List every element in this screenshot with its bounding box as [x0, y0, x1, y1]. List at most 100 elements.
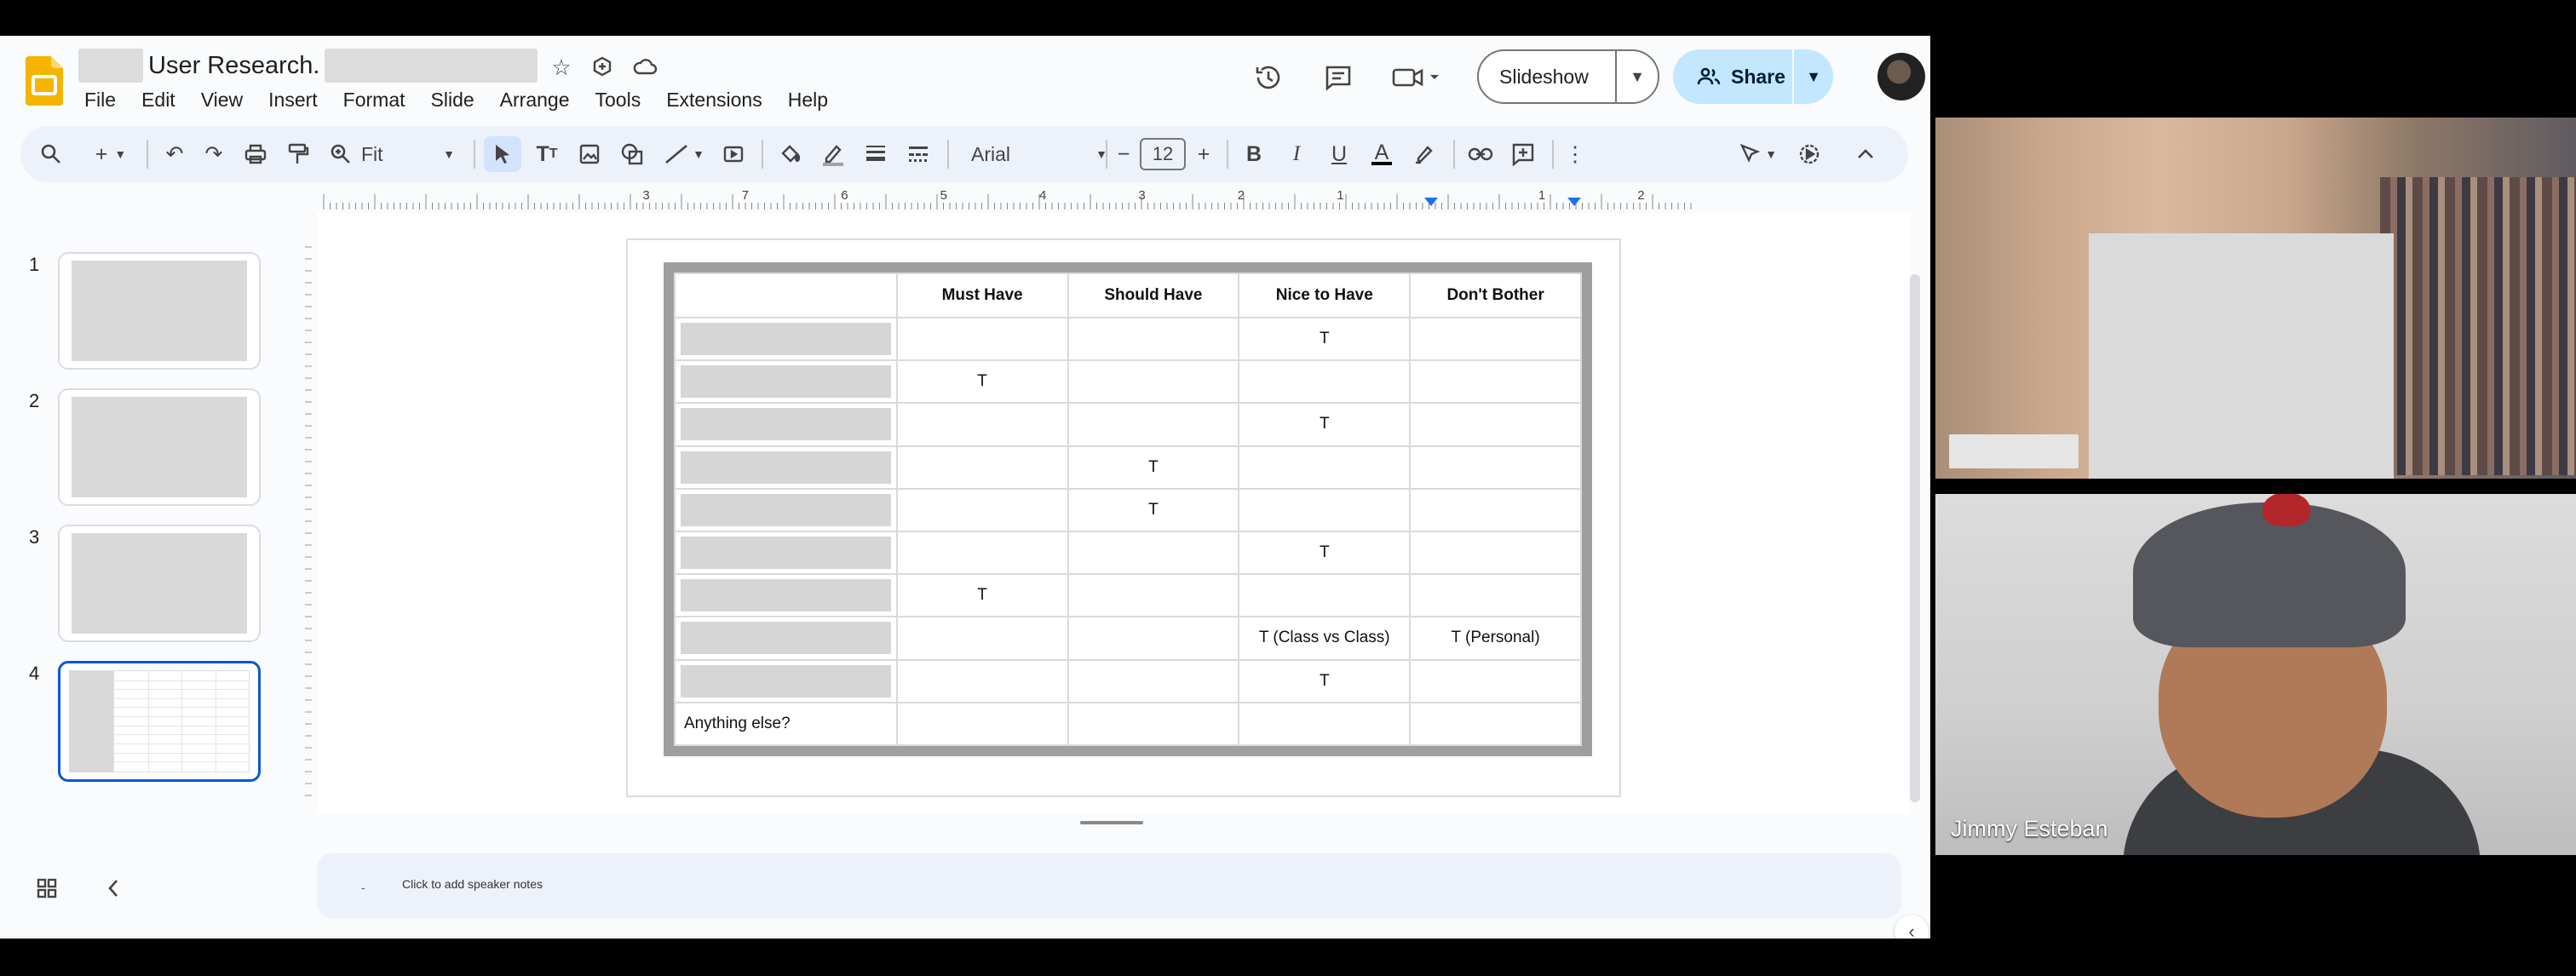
table-cell[interactable]: T — [895, 573, 1069, 618]
table-cell[interactable]: T — [1238, 316, 1412, 362]
table-cell[interactable] — [895, 445, 1069, 490]
row-label-cell-redacted[interactable] — [674, 616, 898, 661]
row-label-cell-redacted[interactable] — [674, 487, 898, 532]
new-slide-icon[interactable]: + ▼ — [85, 136, 136, 172]
header-cell-blank[interactable] — [674, 273, 898, 319]
table-cell[interactable]: T — [1067, 487, 1240, 532]
slide-thumbnail-3[interactable] — [58, 525, 261, 642]
table-cell[interactable] — [1409, 487, 1582, 532]
zoom-icon[interactable] — [324, 136, 358, 172]
slideshow-button[interactable]: Slideshow ▼ — [1477, 49, 1659, 104]
comments-icon[interactable] — [1319, 58, 1358, 97]
table-cell[interactable] — [1409, 530, 1582, 576]
side-panel-chevron-left-icon[interactable]: ‹ — [1895, 915, 1929, 939]
table-cell[interactable] — [1067, 701, 1240, 747]
priority-table-selection[interactable]: Must Have Should Have Nice to Have Don't Bo… — [664, 262, 1592, 756]
table-cell[interactable] — [1409, 445, 1582, 490]
menu-help[interactable]: Help — [775, 85, 841, 114]
table-cell[interactable] — [1067, 359, 1240, 405]
table-cell[interactable]: T — [1238, 402, 1412, 447]
speaker-notes[interactable]: - Click to add speaker notes — [317, 853, 1901, 918]
table-cell[interactable]: T — [1238, 658, 1412, 703]
table-cell[interactable] — [1067, 658, 1240, 703]
line-icon[interactable]: ▼ — [658, 136, 710, 172]
table-cell[interactable] — [1409, 402, 1582, 447]
menu-slide[interactable]: Slide — [418, 85, 487, 114]
table-cell[interactable] — [895, 487, 1069, 532]
border-weight-icon[interactable] — [859, 136, 893, 172]
table-cell[interactable] — [1238, 701, 1412, 747]
menu-extensions[interactable]: Extensions — [653, 85, 775, 114]
slide-4[interactable]: Must Have Should Have Nice to Have Don't Bo… — [626, 238, 1621, 797]
menu-arrange[interactable]: Arrange — [487, 85, 583, 114]
print-icon[interactable] — [239, 136, 273, 172]
header-cell[interactable]: Must Have — [895, 273, 1069, 319]
slide-thumbnail-1[interactable] — [58, 252, 261, 370]
move-to-folder-icon[interactable] — [586, 51, 618, 83]
slideshow-options-chevron-icon[interactable]: ▼ — [1617, 68, 1658, 86]
decrease-font-size-icon[interactable]: − — [1111, 136, 1136, 172]
redo-icon[interactable]: ↷ — [198, 136, 230, 172]
document-title[interactable]: User Research. — [78, 46, 538, 85]
border-color-icon[interactable] — [816, 136, 850, 172]
more-options-icon[interactable]: ⋮ — [1562, 136, 1588, 172]
table-cell[interactable] — [1067, 316, 1240, 362]
menu-file[interactable]: File — [72, 85, 129, 114]
italic-icon[interactable]: I — [1279, 136, 1314, 172]
select-cursor-icon[interactable] — [484, 136, 521, 172]
table-cell[interactable] — [895, 616, 1069, 661]
table-cell[interactable] — [1238, 487, 1412, 532]
canvas-scrollbar[interactable] — [1910, 274, 1920, 802]
hide-menus-chevron-up-icon[interactable] — [1849, 136, 1883, 172]
increase-font-size-icon[interactable]: + — [1191, 136, 1216, 172]
row-label-cell-redacted[interactable] — [674, 658, 898, 703]
table-cell[interactable] — [895, 402, 1069, 447]
header-cell[interactable]: Should Have — [1067, 273, 1240, 319]
menu-tools[interactable]: Tools — [583, 85, 654, 114]
insert-link-icon[interactable] — [1463, 136, 1498, 172]
table-cell[interactable]: T — [1067, 445, 1240, 490]
slides-logo-icon[interactable] — [26, 56, 63, 106]
version-history-icon[interactable] — [1249, 58, 1288, 97]
table-cell[interactable] — [895, 530, 1069, 576]
table-cell[interactable] — [1238, 359, 1412, 405]
font-select[interactable]: Arial ▼ — [971, 136, 1107, 172]
add-comment-icon[interactable] — [1506, 136, 1540, 172]
table-cell[interactable] — [895, 316, 1069, 362]
zoom-select[interactable]: Fit ▼ — [361, 136, 455, 172]
insert-video-icon[interactable] — [717, 136, 751, 172]
table-cell[interactable] — [1067, 573, 1240, 618]
collapse-filmstrip-chevron-left-icon[interactable] — [99, 874, 128, 903]
star-icon[interactable]: ☆ — [545, 51, 578, 83]
border-dash-icon[interactable] — [901, 136, 935, 172]
table-cell[interactable]: T — [895, 359, 1069, 405]
pen-tool-icon[interactable]: ▼ — [1733, 136, 1784, 172]
header-cell[interactable]: Nice to Have — [1238, 273, 1412, 319]
table-cell[interactable] — [1067, 616, 1240, 661]
row-label-cell-redacted[interactable] — [674, 530, 898, 576]
table-cell[interactable] — [1409, 658, 1582, 703]
meet-call-icon[interactable] — [1387, 58, 1446, 97]
shape-icon[interactable] — [615, 136, 649, 172]
undo-icon[interactable]: ↶ — [158, 136, 191, 172]
table-cell[interactable] — [1238, 573, 1412, 618]
share-main[interactable]: Share — [1673, 66, 1792, 89]
priority-table[interactable]: Must Have Should Have Nice to Have Don't Bo… — [674, 273, 1582, 747]
video-tile-participant-1[interactable] — [1935, 118, 2576, 479]
insert-image-icon[interactable] — [572, 136, 607, 172]
table-cell[interactable] — [1409, 316, 1582, 362]
fill-color-icon[interactable] — [773, 136, 808, 172]
share-options-chevron-icon[interactable]: ▼ — [1794, 68, 1833, 86]
table-cell[interactable]: T — [1238, 530, 1412, 576]
highlight-color-icon[interactable] — [1407, 136, 1441, 172]
paint-format-icon[interactable] — [281, 136, 315, 172]
notes-resize-handle[interactable] — [1080, 821, 1143, 824]
share-button[interactable]: Share ▼ — [1673, 49, 1833, 104]
cloud-saved-icon[interactable] — [629, 51, 661, 83]
font-size-input[interactable]: 12 — [1140, 138, 1186, 170]
bold-icon[interactable]: B — [1237, 136, 1271, 172]
row-label-cell-redacted[interactable] — [674, 359, 898, 405]
table-cell[interactable] — [1238, 445, 1412, 490]
table-cell[interactable]: T (Personal) — [1409, 616, 1582, 661]
table-cell[interactable] — [1409, 701, 1582, 747]
